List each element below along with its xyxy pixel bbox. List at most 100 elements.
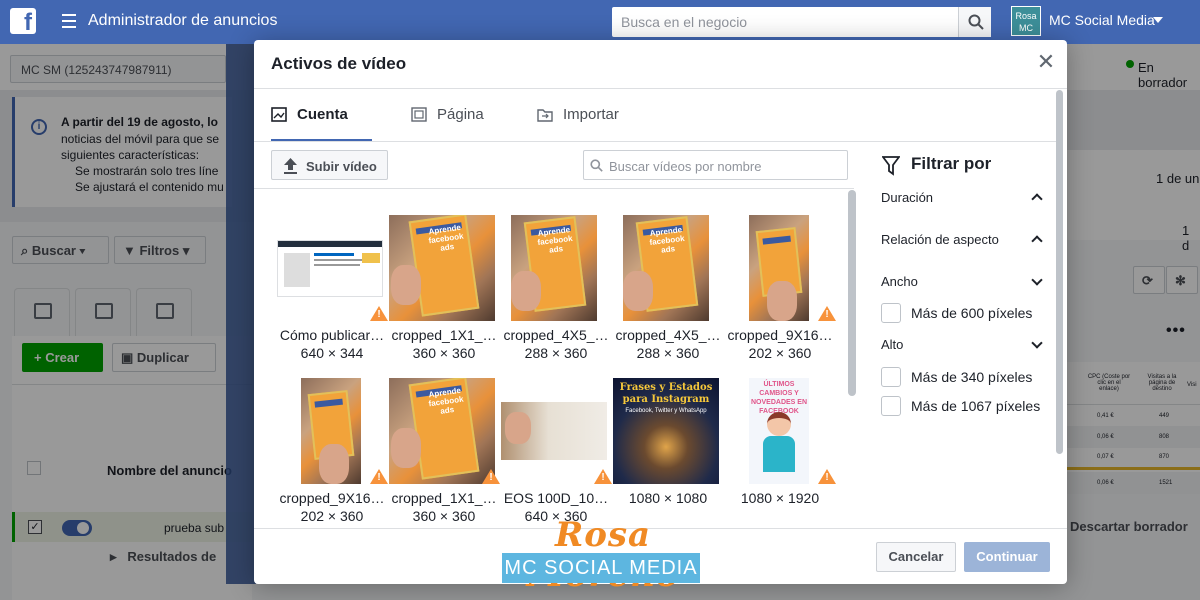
video-dimensions: 202 × 360 bbox=[300, 508, 364, 524]
watermark-brand: MC SOCIAL MEDIA bbox=[502, 553, 700, 583]
video-dimensions: 288 × 360 bbox=[524, 345, 588, 361]
video-name: 1080 × 1080 bbox=[628, 490, 708, 506]
video-name: cropped_9X16… bbox=[279, 490, 385, 506]
cancel-button[interactable]: Cancelar bbox=[876, 542, 956, 572]
top-bar: f Administrador de anuncios Busca en el … bbox=[0, 0, 1200, 44]
import-icon bbox=[537, 109, 553, 122]
video-dimensions: 202 × 360 bbox=[748, 345, 812, 361]
video-name: cropped_1X1_… bbox=[391, 327, 497, 343]
chevron-up-icon bbox=[1031, 193, 1043, 205]
video-tile[interactable]: Aprende facebook ads cropped_4X5_… 288 ×… bbox=[500, 215, 612, 365]
video-thumbnail: Frases y Estados para Instagram Facebook… bbox=[612, 378, 724, 484]
filter-checkbox[interactable] bbox=[881, 396, 901, 416]
warning-icon: ! bbox=[370, 306, 388, 321]
warning-icon: ! bbox=[482, 469, 500, 484]
video-tile[interactable]: Aprende facebook ads ! cropped_1X1_… 360… bbox=[388, 378, 500, 528]
book-photo: Aprende facebook ads bbox=[389, 215, 495, 321]
video-tile[interactable]: ! Cómo publicar… 640 × 344 bbox=[276, 215, 388, 365]
dialog-scrollbar[interactable] bbox=[1056, 90, 1063, 454]
filter-checkbox[interactable] bbox=[881, 303, 901, 323]
video-name: EOS 100D_10… bbox=[503, 490, 609, 506]
upload-icon bbox=[284, 158, 297, 174]
video-grid: ! Cómo publicar… 640 × 344 Aprende faceb… bbox=[254, 190, 854, 528]
video-name: cropped_4X5_… bbox=[503, 327, 609, 343]
filter-section-duration[interactable]: Duración bbox=[881, 190, 1043, 205]
tab-label: Página bbox=[437, 106, 484, 123]
account-avatar[interactable]: Rosa MC bbox=[1011, 6, 1041, 36]
search-button[interactable] bbox=[958, 7, 991, 37]
grid-scrollbar[interactable] bbox=[848, 190, 856, 396]
tab-importar[interactable]: Importar bbox=[537, 104, 637, 142]
tab-label: Cuenta bbox=[297, 106, 348, 123]
video-thumbnail: Aprende facebook ads ! bbox=[388, 378, 500, 484]
book-photo: Aprende facebook ads bbox=[623, 215, 709, 321]
tab-cuenta[interactable]: Cuenta bbox=[271, 104, 372, 142]
tab-pagina[interactable]: Página bbox=[411, 104, 501, 142]
video-dimensions: 640 × 344 bbox=[300, 345, 364, 361]
video-dimensions: 288 × 360 bbox=[636, 345, 700, 361]
facebook-logo-icon[interactable]: f bbox=[10, 8, 36, 34]
camera-photo bbox=[501, 402, 607, 460]
search-icon bbox=[590, 159, 603, 172]
video-thumbnail: ! bbox=[724, 215, 836, 321]
video-tile[interactable]: ! cropped_9X16… 202 × 360 bbox=[276, 378, 388, 528]
warning-icon: ! bbox=[818, 306, 836, 321]
warning-icon: ! bbox=[594, 469, 612, 484]
upload-label: Subir vídeo bbox=[306, 159, 377, 174]
video-tile[interactable]: Frases y Estados para Instagram Facebook… bbox=[612, 378, 724, 528]
video-name: cropped_4X5_… bbox=[615, 327, 721, 343]
filter-label: Alto bbox=[881, 337, 904, 352]
video-assets-dialog: Activos de vídeo ✕ Cuenta Página Importa… bbox=[254, 40, 1067, 584]
video-tile[interactable]: Aprende facebook ads cropped_4X5_… 288 ×… bbox=[612, 215, 724, 365]
warning-icon: ! bbox=[818, 469, 836, 484]
video-thumbnail: Aprende facebook ads bbox=[500, 215, 612, 321]
account-dropdown-icon[interactable] bbox=[1153, 17, 1163, 23]
chevron-down-icon bbox=[1031, 274, 1043, 286]
filter-section-height[interactable]: Alto bbox=[881, 337, 1043, 352]
filter-section-aspect[interactable]: Relación de aspecto bbox=[881, 232, 1043, 247]
filter-label: Ancho bbox=[881, 274, 918, 289]
divider bbox=[254, 141, 1059, 142]
warning-icon: ! bbox=[370, 469, 388, 484]
filter-label: Duración bbox=[881, 190, 934, 205]
video-tile[interactable]: ! EOS 100D_10… 640 × 360 bbox=[500, 378, 612, 528]
book-photo bbox=[749, 215, 809, 321]
upload-video-button[interactable]: Subir vídeo bbox=[271, 150, 388, 180]
video-name: 1080 × 1920 bbox=[740, 490, 820, 506]
tab-label: Importar bbox=[563, 106, 619, 123]
app-title: Administrador de anuncios bbox=[88, 12, 278, 29]
divider bbox=[254, 88, 1067, 89]
video-name: cropped_9X16… bbox=[727, 327, 833, 343]
screenshot-thumbnail bbox=[277, 240, 383, 297]
account-name[interactable]: MC Social Media bbox=[1049, 12, 1155, 28]
search-placeholder: Buscar vídeos por nombre bbox=[609, 159, 762, 174]
video-name: cropped_1X1_… bbox=[391, 490, 497, 506]
page-icon bbox=[411, 107, 427, 122]
business-search-input[interactable]: Busca en el negocio bbox=[612, 7, 960, 37]
book-photo: Aprende facebook ads bbox=[389, 378, 495, 484]
video-tile[interactable]: Aprende facebook ads cropped_1X1_… 360 ×… bbox=[388, 215, 500, 365]
book-photo: Aprende facebook ads bbox=[511, 215, 597, 321]
image-icon bbox=[271, 107, 287, 122]
filter-option-label: Más de 340 píxeles bbox=[911, 369, 1033, 385]
video-thumbnail: ÚLTIMOS CAMBIOS Y NOVEDADES EN FACEBOOK … bbox=[724, 378, 836, 484]
video-thumbnail: ! bbox=[500, 378, 612, 484]
chevron-down-icon bbox=[1031, 337, 1043, 349]
video-tile[interactable]: ÚLTIMOS CAMBIOS Y NOVEDADES EN FACEBOOK … bbox=[724, 378, 836, 528]
filter-section-width[interactable]: Ancho bbox=[881, 274, 1043, 289]
close-icon[interactable]: ✕ bbox=[1036, 51, 1056, 73]
filter-icon bbox=[882, 156, 900, 176]
video-dimensions: 360 × 360 bbox=[412, 508, 476, 524]
filter-checkbox[interactable] bbox=[881, 367, 901, 387]
filter-option-label: Más de 600 píxeles bbox=[911, 305, 1033, 321]
frases-cover: Frases y Estados para Instagram Facebook… bbox=[613, 378, 719, 484]
search-icon bbox=[968, 14, 984, 30]
video-search-input[interactable]: Buscar vídeos por nombre bbox=[583, 150, 848, 180]
video-name: Cómo publicar… bbox=[279, 327, 385, 343]
video-tile[interactable]: ! cropped_9X16… 202 × 360 bbox=[724, 215, 836, 365]
menu-icon[interactable] bbox=[62, 14, 76, 28]
video-thumbnail: ! bbox=[276, 378, 388, 484]
filter-option-label: Más de 1067 píxeles bbox=[911, 398, 1041, 414]
chevron-up-icon bbox=[1031, 235, 1043, 247]
divider bbox=[254, 188, 854, 189]
